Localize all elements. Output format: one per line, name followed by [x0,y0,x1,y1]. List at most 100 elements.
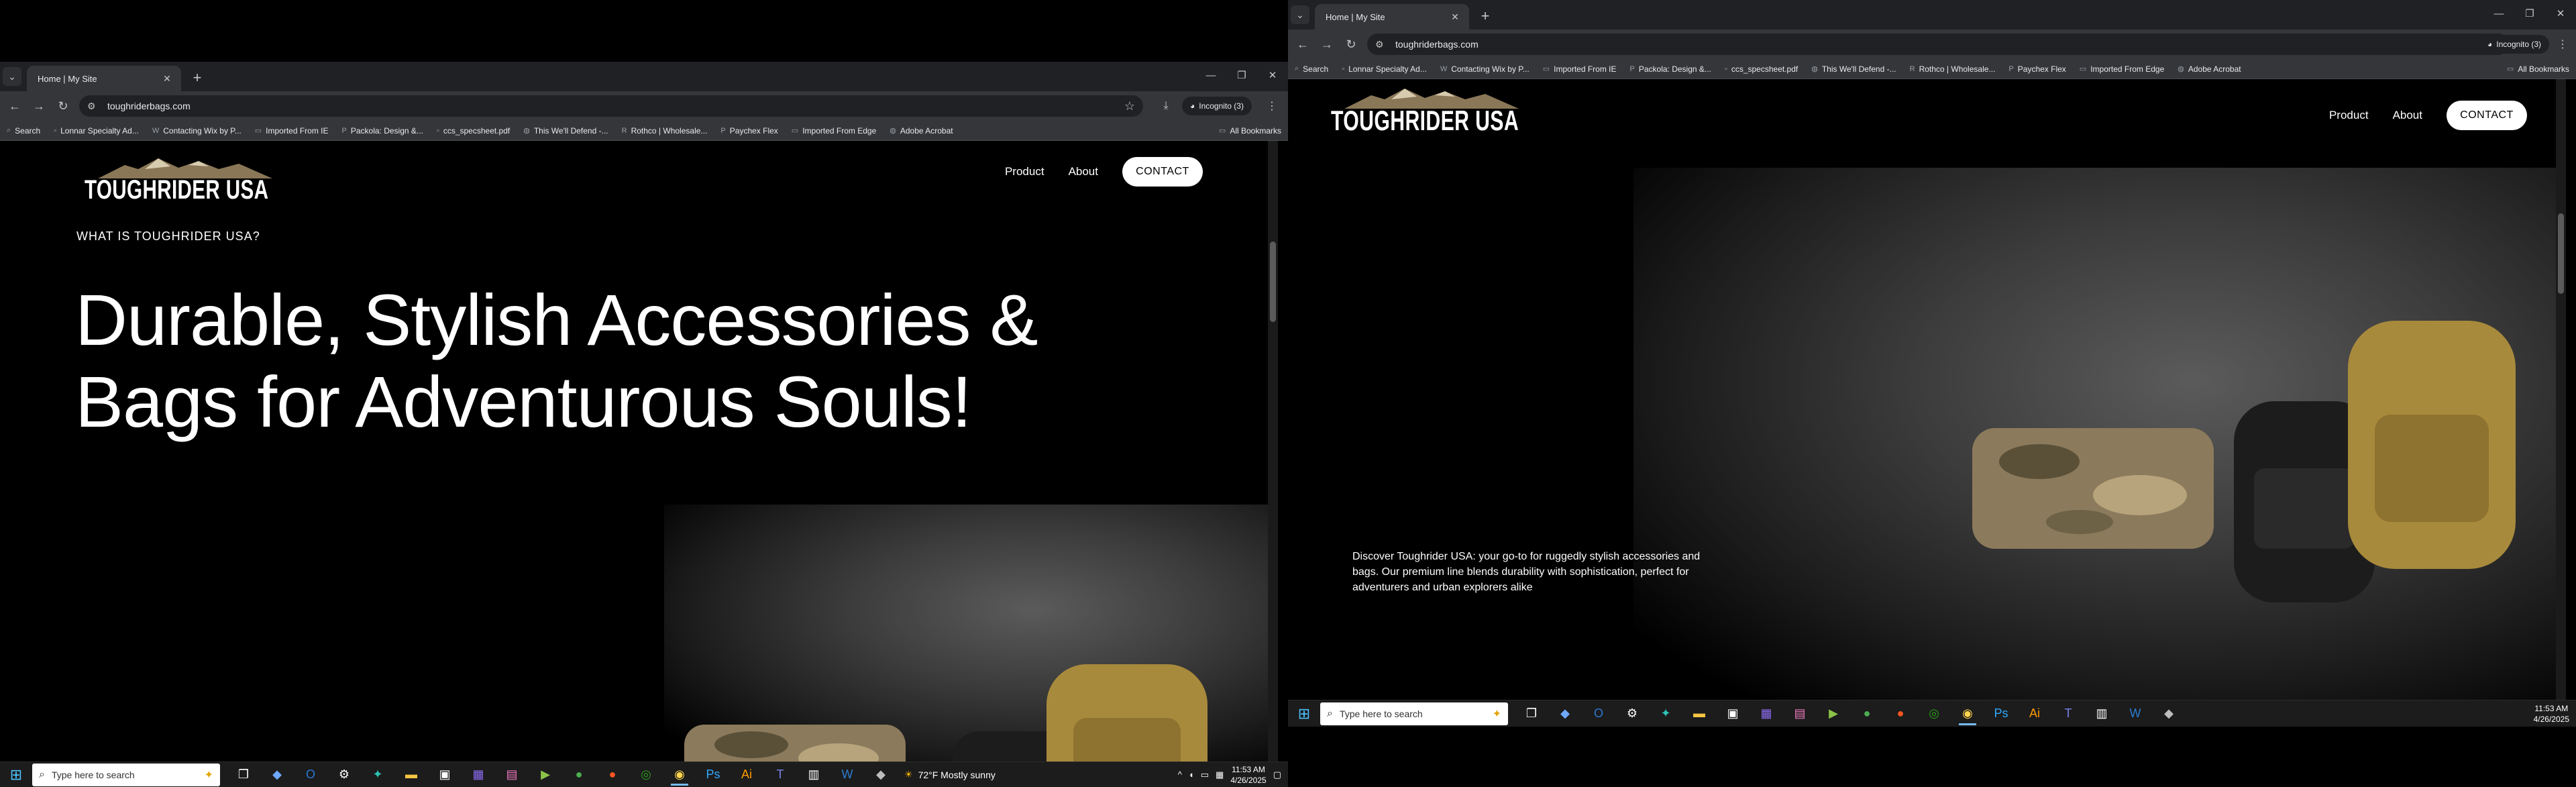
active-tab[interactable]: Home | My Site ✕ [1315,4,1469,30]
quickbooks-icon[interactable]: ◎ [629,762,663,787]
contact-button[interactable]: CONTACT [2447,101,2527,130]
nav-product-link[interactable]: Product [1005,165,1044,178]
new-tab-button[interactable]: + [1476,7,1495,25]
page-scrollbar[interactable] [2556,79,2566,700]
tab-search-button[interactable]: ⌄ [3,67,21,86]
teams-icon[interactable]: T [763,762,797,787]
file-explorer-icon[interactable]: ▬ [394,762,428,787]
windows-start-icon[interactable]: ⊞ [0,762,32,787]
bookmark-item[interactable]: ◍ Adobe Acrobat [890,126,953,136]
capcut-icon[interactable]: ▣ [1716,700,1750,727]
active-tab[interactable]: Home | My Site ✕ [27,66,181,91]
site-info-icon[interactable]: ⚙ [1375,39,1389,50]
app-grey-icon[interactable]: ◆ [2152,700,2186,727]
back-icon[interactable]: ← [1293,35,1312,54]
new-tab-button[interactable]: + [188,68,207,87]
copilot-icon[interactable]: ◆ [260,762,294,787]
tray-chevron-icon[interactable]: ^ [1178,770,1182,780]
bookmark-item[interactable]: ▫ Lonnar Specialty Ad... [54,126,139,136]
clock[interactable]: 11:53 AM 4/26/2025 [1230,764,1266,786]
close-window-icon[interactable]: ✕ [1257,62,1288,89]
bookmark-item[interactable]: W Contacting Wix by P... [152,126,241,136]
windows-start-icon[interactable]: ⊞ [1288,700,1320,727]
back-icon[interactable]: ← [5,97,24,115]
settings-icon[interactable]: ⚙ [327,762,361,787]
bookmark-item[interactable]: R Rothco | Wholesale... [1910,64,1996,74]
all-bookmarks-button[interactable]: ▭ All Bookmarks [2507,64,2569,74]
menu-icon[interactable]: ⋮ [2553,35,2572,54]
nav-product-link[interactable]: Product [2329,109,2369,122]
forward-icon[interactable]: → [1318,35,1336,54]
bookmark-star-icon[interactable]: ☆ [1124,99,1135,113]
close-tab-icon[interactable]: ✕ [1449,11,1461,23]
bookmark-item[interactable]: ⌕ Search [7,126,40,136]
bookmark-item[interactable]: ◍ Adobe Acrobat [2178,64,2241,74]
minimize-icon[interactable]: — [1195,62,1226,89]
media-icon[interactable]: ▦ [1750,700,1783,727]
bookmark-item[interactable]: R Rothco | Wholesale... [622,126,708,136]
bookmark-item[interactable]: ◍ This We'll Defend -... [1811,64,1896,74]
capcut-icon[interactable]: ▣ [428,762,462,787]
task-view-icon[interactable]: ❐ [1515,700,1548,727]
menu-icon[interactable]: ⋮ [1263,97,1281,115]
close-tab-icon[interactable]: ✕ [161,73,173,85]
file-explorer-icon[interactable]: ▬ [1682,700,1716,727]
bookmark-item[interactable]: ▭ Imported From Edge [2080,64,2164,74]
maximize-icon[interactable]: ❐ [2514,0,2545,27]
address-bar[interactable]: ⚙ toughriderbags.com ☆ [79,95,1143,117]
settings-icon[interactable]: ⚙ [1615,700,1649,727]
app-teal-icon[interactable]: ✦ [361,762,394,787]
illustrator-icon[interactable]: Ai [730,762,763,787]
photos-icon[interactable]: ▤ [495,762,529,787]
bookmark-item[interactable]: ▫ ccs_specsheet.pdf [437,126,510,136]
site-logo[interactable]: TOUGHRIDER USA [85,156,286,205]
notifications-icon[interactable]: ▢ [1273,770,1281,780]
all-bookmarks-button[interactable]: ▭ All Bookmarks [1219,126,1281,136]
chrome-icon[interactable]: ◉ [663,762,696,787]
illustrator-icon[interactable]: Ai [2018,700,2051,727]
address-bar[interactable]: ⚙ toughriderbags.com ☆ [1367,34,2509,55]
app-green-icon[interactable]: ▶ [529,762,562,787]
app-green-icon[interactable]: ▶ [1817,700,1850,727]
word-icon[interactable]: W [2118,700,2152,727]
minimize-icon[interactable]: — [2483,0,2514,27]
outlook-icon[interactable]: O [1582,700,1615,727]
nav-about-link[interactable]: About [2393,109,2422,122]
close-window-icon[interactable]: ✕ [2545,0,2576,27]
chrome-icon[interactable]: ◉ [1951,700,1984,727]
photos-icon[interactable]: ▤ [1783,700,1817,727]
app-orange-icon[interactable]: ● [596,762,629,787]
copilot-icon[interactable]: ◆ [1548,700,1582,727]
bookmark-item[interactable]: ◍ This We'll Defend -... [523,126,608,136]
bookmark-item[interactable]: ▭ Imported From IE [255,126,329,136]
taskbar-search-box[interactable]: ⌕ Type here to search ✦ [1320,702,1508,725]
bookmark-item[interactable]: ▭ Imported From IE [1543,64,1617,74]
app-grey-icon[interactable]: ◆ [864,762,898,787]
clock[interactable]: 11:53 AM 4/26/2025 [2534,703,2569,725]
scrollbar-thumb[interactable] [1270,242,1276,322]
incognito-indicator[interactable]: ◕ Incognito (3) [2479,35,2549,54]
download-icon[interactable]: ⤓ [1157,97,1175,115]
app-orange-icon[interactable]: ● [1884,700,1917,727]
contact-button[interactable]: CONTACT [1122,157,1203,187]
notepad-icon[interactable]: ▥ [797,762,830,787]
bookmark-item[interactable]: P Packola: Design &... [342,126,423,136]
page-scrollbar[interactable] [1268,141,1278,762]
incognito-indicator[interactable]: ◕ Incognito (3) [1182,97,1252,115]
network-icon[interactable]: ▭ [1201,770,1209,780]
task-view-icon[interactable]: ❐ [227,762,260,787]
language-icon[interactable]: ▦ [1216,770,1224,780]
bookmark-item[interactable]: P Packola: Design &... [1630,64,1711,74]
bookmark-item[interactable]: ▭ Imported From Edge [792,126,876,136]
bookmark-item[interactable]: ▫ ccs_specsheet.pdf [1725,64,1798,74]
teams-icon[interactable]: T [2051,700,2085,727]
scrollbar-thumb[interactable] [2558,213,2564,294]
photoshop-icon[interactable]: Ps [696,762,730,787]
nav-about-link[interactable]: About [1069,165,1098,178]
photoshop-icon[interactable]: Ps [1984,700,2018,727]
maximize-icon[interactable]: ❐ [1226,62,1257,89]
bookmark-item[interactable]: P Paychex Flex [2008,64,2065,74]
weather-widget[interactable]: ☀ 72°F Mostly sunny [904,769,996,780]
outlook-icon[interactable]: O [294,762,327,787]
site-info-icon[interactable]: ⚙ [87,101,101,112]
